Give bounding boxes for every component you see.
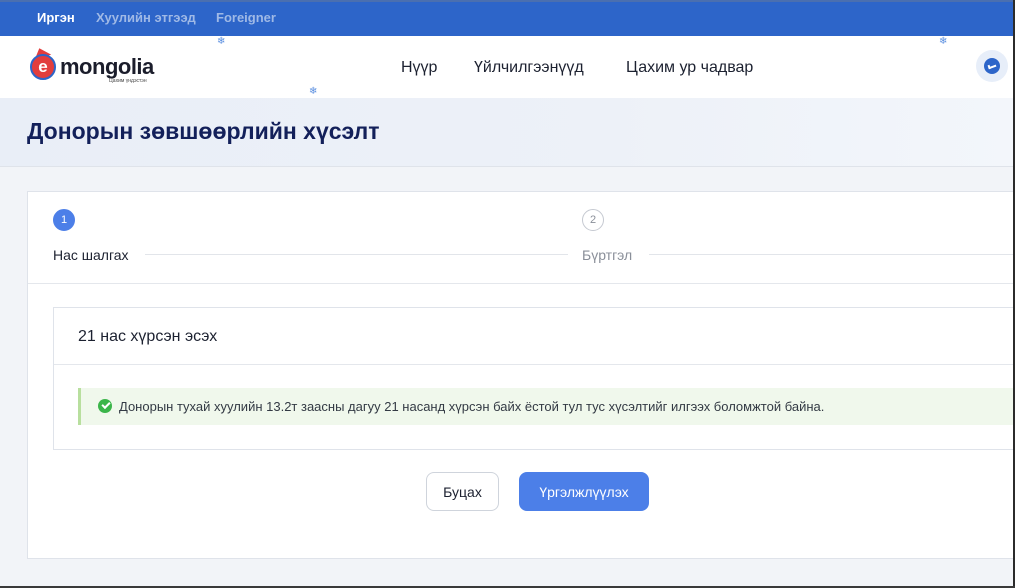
divider [54,364,1015,365]
site-header: e mongolia Цахим үндэстэн Нүүр Үйлчилгээ… [0,36,1015,99]
age-check-panel: 21 нас хүрсэн эсэх Донорын тухай хуулийн… [53,307,1015,450]
stepper: 1 Нас шалгах 2 Бүртгэл [28,192,1015,284]
continue-button[interactable]: Үргэлжлүүлэх [519,472,649,511]
step-connector [145,254,568,255]
snowflake-icon: ❄ [309,86,318,97]
chat-button[interactable] [976,50,1008,82]
chat-bubble-icon [984,58,1000,74]
topbar-link-foreigner[interactable]: Foreigner [216,10,276,25]
snowflake-icon: ❄ [217,36,226,47]
step-1-indicator: 1 [53,209,75,231]
step-2-indicator: 2 [582,209,604,231]
back-button[interactable]: Буцах [426,472,499,511]
nav-digital-skills[interactable]: Цахим ур чадвар [626,59,753,77]
step-2-label: Бүртгэл [582,247,633,263]
step-1-label: Нас шалгах [53,247,129,263]
page-heading-band: Донорын зөвшөөрлийн хүсэлт [0,98,1015,167]
check-circle-icon [98,399,112,413]
top-bar: Иргэн Хуулийн этгээд Foreigner [0,0,1015,36]
topbar-link-legal-entity[interactable]: Хуулийн этгээд [96,10,196,25]
logo-wordmark: mongolia [60,54,154,79]
nav-home[interactable]: Нүүр [401,59,437,77]
page-title: Донорын зөвшөөрлийн хүсэлт [27,118,380,144]
snowflake-icon: ❄ [939,36,948,47]
topbar-link-citizen[interactable]: Иргэн [37,10,75,25]
nav-services[interactable]: Үйлчилгээнүүд [474,59,584,77]
alert-message: Донорын тухай хуулийн 13.2т заасны дагуу… [119,399,825,414]
logo-tagline: Цахим үндэстэн [109,78,147,84]
panel-title: 21 нас хүрсэн эсэх [78,328,218,345]
request-card: 1 Нас шалгах 2 Бүртгэл 21 нас хүрсэн эсэ… [27,191,1015,559]
logo-mark: e [30,54,56,80]
step-connector [649,254,1015,255]
success-alert: Донорын тухай хуулийн 13.2т заасны дагуу… [78,388,1015,425]
emongolia-logo[interactable]: e mongolia Цахим үндэстэн [30,45,170,88]
